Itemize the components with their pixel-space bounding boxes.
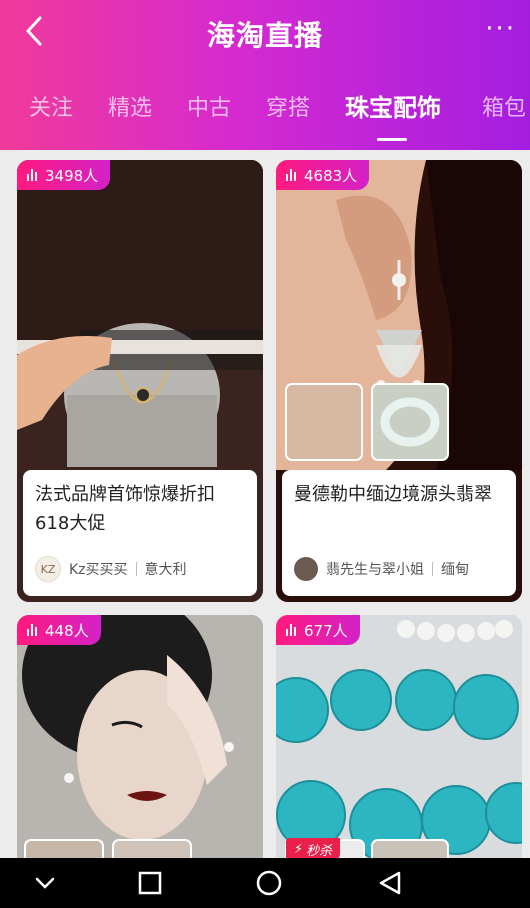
category-tabs: 关注 精选 中古 穿搭 珠宝配饰 箱包	[0, 90, 530, 130]
live-cover-image	[276, 615, 522, 875]
viewer-count-badge: 448人	[17, 615, 101, 645]
card-info: 曼德勒中缅边境源头翡翠 翡先生与翠小姐 缅甸	[282, 470, 516, 596]
tab-vintage[interactable]: 中古	[187, 90, 231, 122]
header: 海淘直播 ··· 关注 精选 中古 穿搭 珠宝配饰 箱包	[0, 0, 530, 150]
nav-circle-icon[interactable]	[254, 868, 284, 898]
location: 意大利	[144, 562, 187, 578]
host-name: 翡先生与翠小姐	[326, 562, 424, 578]
card-meta: KZ Kz买买买 意大利	[35, 556, 249, 582]
tab-bags[interactable]: 箱包	[482, 90, 526, 122]
live-bars-icon	[27, 624, 37, 636]
avatar: KZ	[35, 556, 61, 582]
more-icon[interactable]: ···	[485, 14, 516, 44]
live-card[interactable]: 448人	[17, 615, 263, 875]
live-card[interactable]: 3498人 法式品牌首饰惊爆折扣618大促 KZ Kz买买买 意大利	[17, 160, 263, 602]
page-title: 海淘直播	[206, 19, 323, 52]
live-card[interactable]: 4683人 曼德勒中缅边境源头翡翠 翡先生与翠小姐 缅甸	[276, 160, 522, 602]
card-title: 曼德勒中缅边境源头翡翠	[294, 484, 492, 505]
location: 缅甸	[441, 562, 469, 578]
divider	[432, 562, 433, 576]
viewer-count-badge: 677人	[276, 615, 360, 645]
live-bars-icon	[27, 169, 37, 181]
live-bars-icon	[286, 624, 296, 636]
tab-jewelry[interactable]: 珠宝配饰	[345, 88, 441, 123]
live-cover-image	[17, 615, 263, 875]
avatar	[294, 557, 318, 581]
host-name: Kz买买买	[69, 562, 128, 578]
live-card[interactable]: 677人 ⚡ 秒杀	[276, 615, 522, 875]
nav-square-icon[interactable]	[135, 868, 165, 898]
tab-featured[interactable]: 精选	[108, 90, 152, 122]
card-meta: 翡先生与翠小姐 缅甸	[294, 556, 508, 582]
divider	[135, 562, 137, 576]
lightning-icon: ⚡	[294, 841, 304, 857]
tab-follow[interactable]: 关注	[29, 90, 73, 122]
active-tab-indicator	[377, 138, 407, 141]
tab-outfits[interactable]: 穿搭	[266, 90, 310, 122]
system-nav-bar	[0, 858, 530, 908]
nav-down-icon[interactable]	[30, 868, 60, 898]
viewer-count-badge: 4683人	[276, 160, 370, 190]
card-info: 法式品牌首饰惊爆折扣618大促 KZ Kz买买买 意大利	[23, 470, 257, 596]
card-title: 法式品牌首饰惊爆折扣618大促	[35, 484, 215, 534]
viewer-count-badge: 3498人	[17, 160, 111, 190]
nav-back-icon[interactable]	[375, 868, 405, 898]
live-bars-icon	[286, 169, 296, 181]
flash-sale-tag: ⚡ 秒杀	[286, 838, 341, 860]
